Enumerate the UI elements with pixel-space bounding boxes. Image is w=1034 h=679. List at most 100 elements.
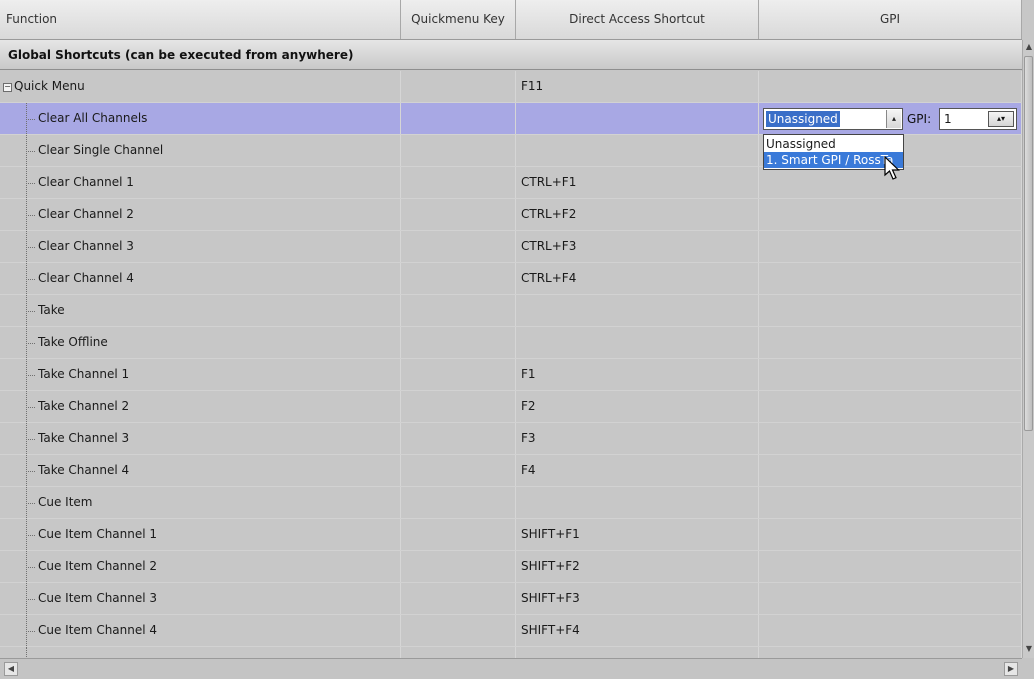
gpi-cell[interactable] <box>759 71 1022 102</box>
dropdown-option[interactable]: Unassigned <box>764 136 903 152</box>
quickmenu-key-cell[interactable] <box>401 519 516 550</box>
collapse-icon[interactable]: − <box>3 83 12 92</box>
gpi-cell[interactable] <box>759 455 1022 486</box>
direct-access-cell[interactable] <box>516 647 759 658</box>
direct-access-cell[interactable] <box>516 135 759 166</box>
quickmenu-key-cell[interactable] <box>401 167 516 198</box>
quickmenu-key-cell[interactable] <box>401 455 516 486</box>
group-header[interactable]: Global Shortcuts (can be executed from a… <box>0 40 1022 70</box>
quickmenu-key-cell[interactable] <box>401 135 516 166</box>
gpi-cell[interactable] <box>759 519 1022 550</box>
tree-row[interactable]: Take Channel 1 F1 <box>0 359 1022 391</box>
quickmenu-key-cell[interactable] <box>401 487 516 518</box>
tree-row[interactable]: Take Channel 3 F3 <box>0 423 1022 455</box>
direct-access-cell[interactable] <box>516 295 759 326</box>
gpi-cell[interactable] <box>759 551 1022 582</box>
quickmenu-key-cell[interactable] <box>401 103 516 134</box>
quickmenu-key-cell[interactable] <box>401 423 516 454</box>
function-label: Cue Item Channel 1 <box>38 527 158 541</box>
gpi-number-spinbox[interactable]: 1 ▴▾ <box>939 108 1017 130</box>
dropdown-option-highlighted[interactable]: 1. Smart GPI / RossTa <box>764 152 903 168</box>
direct-access-cell[interactable]: F11 <box>516 71 759 102</box>
gpi-cell[interactable] <box>759 615 1022 646</box>
quickmenu-key-cell[interactable] <box>401 199 516 230</box>
scroll-right-icon[interactable]: ▶ <box>1004 662 1018 676</box>
scroll-up-icon[interactable]: ▲ <box>1024 42 1034 52</box>
tree-row[interactable]: Take <box>0 295 1022 327</box>
direct-access-cell[interactable]: F3 <box>516 423 759 454</box>
tree-row[interactable]: Clear Channel 3 CTRL+F3 <box>0 231 1022 263</box>
column-header-gpi[interactable]: GPI <box>759 0 1022 39</box>
tree-row[interactable]: Take Channel 4 F4 <box>0 455 1022 487</box>
quickmenu-key-cell[interactable] <box>401 327 516 358</box>
tree-row[interactable]: Cue Item Channel 3 SHIFT+F3 <box>0 583 1022 615</box>
direct-access-cell[interactable] <box>516 103 759 134</box>
scroll-down-icon[interactable]: ▼ <box>1024 644 1034 654</box>
direct-access-cell[interactable]: F1 <box>516 359 759 390</box>
spin-arrows-icon[interactable]: ▴▾ <box>988 111 1014 127</box>
direct-access-cell[interactable]: CTRL+F1 <box>516 167 759 198</box>
gpi-cell[interactable] <box>759 199 1022 230</box>
function-label: Cue Item Channel 2 <box>38 559 158 573</box>
gpi-cell[interactable] <box>759 423 1022 454</box>
gpi-cell[interactable] <box>759 583 1022 614</box>
tree-branch <box>26 215 35 216</box>
quickmenu-key-cell[interactable] <box>401 551 516 582</box>
scroll-left-icon[interactable]: ◀ <box>4 662 18 676</box>
gpi-cell[interactable] <box>759 295 1022 326</box>
quickmenu-key-cell[interactable] <box>401 263 516 294</box>
horizontal-scrollbar[interactable]: ◀ ▶ <box>0 658 1022 679</box>
direct-access-cell[interactable]: SHIFT+F2 <box>516 551 759 582</box>
gpi-cell[interactable] <box>759 391 1022 422</box>
quickmenu-key-cell[interactable] <box>401 647 516 658</box>
vertical-scroll-thumb[interactable] <box>1024 56 1033 431</box>
gpi-cell[interactable] <box>759 359 1022 390</box>
scrollbar-corner <box>1022 658 1034 679</box>
tree-branch <box>26 599 35 600</box>
quickmenu-key-cell[interactable] <box>401 391 516 422</box>
gpi-device-combobox[interactable]: Unassigned ▴ <box>763 108 903 130</box>
direct-access-cell[interactable] <box>516 327 759 358</box>
direct-access-cell[interactable]: CTRL+F4 <box>516 263 759 294</box>
tree-row[interactable]: Cue Item Channel 2 SHIFT+F2 <box>0 551 1022 583</box>
vertical-scrollbar[interactable]: ▲ ▼ <box>1022 40 1034 658</box>
tree-row[interactable]: Cue Item <box>0 487 1022 519</box>
dropdown-arrow-icon[interactable]: ▴ <box>886 110 901 128</box>
quickmenu-key-cell[interactable] <box>401 231 516 262</box>
gpi-cell[interactable] <box>759 263 1022 294</box>
column-header-function[interactable]: Function <box>0 0 401 39</box>
tree-row-root[interactable]: − Quick Menu F11 <box>0 71 1022 103</box>
quickmenu-key-cell[interactable] <box>401 359 516 390</box>
tree-row[interactable]: Clear Channel 4 CTRL+F4 <box>0 263 1022 295</box>
tree-row[interactable]: Clear Channel 2 CTRL+F2 <box>0 199 1022 231</box>
function-cell: Take Offline <box>0 327 401 358</box>
direct-access-cell[interactable]: SHIFT+F3 <box>516 583 759 614</box>
quickmenu-key-cell[interactable] <box>401 583 516 614</box>
tree-row[interactable]: Take Offline <box>0 327 1022 359</box>
gpi-cell[interactable] <box>759 487 1022 518</box>
gpi-cell[interactable] <box>759 647 1022 658</box>
column-header-quickmenu-key[interactable]: Quickmenu Key <box>401 0 516 39</box>
tree-row[interactable]: Cue Item Channel 1 SHIFT+F1 <box>0 519 1022 551</box>
direct-access-cell[interactable]: CTRL+F3 <box>516 231 759 262</box>
gpi-cell[interactable] <box>759 327 1022 358</box>
quickmenu-key-cell[interactable] <box>401 615 516 646</box>
combobox-selected-text: Unassigned <box>766 111 840 127</box>
column-header-direct-access[interactable]: Direct Access Shortcut <box>516 0 759 39</box>
gpi-cell[interactable] <box>759 231 1022 262</box>
direct-access-cell[interactable]: SHIFT+F4 <box>516 615 759 646</box>
tree-row[interactable]: Take Channel 2 F2 <box>0 391 1022 423</box>
quickmenu-key-cell[interactable] <box>401 71 516 102</box>
direct-access-cell[interactable]: F4 <box>516 455 759 486</box>
tree-row[interactable] <box>0 647 1022 658</box>
tree-row[interactable]: Clear Channel 1 CTRL+F1 <box>0 167 1022 199</box>
function-label: Take Offline <box>38 335 108 349</box>
tree-row[interactable]: Cue Item Channel 4 SHIFT+F4 <box>0 615 1022 647</box>
quickmenu-key-cell[interactable] <box>401 295 516 326</box>
function-cell: Clear Channel 2 <box>0 199 401 230</box>
direct-access-cell[interactable]: CTRL+F2 <box>516 199 759 230</box>
direct-access-cell[interactable]: F2 <box>516 391 759 422</box>
function-label: Clear All Channels <box>38 111 148 125</box>
direct-access-cell[interactable]: SHIFT+F1 <box>516 519 759 550</box>
direct-access-cell[interactable] <box>516 487 759 518</box>
